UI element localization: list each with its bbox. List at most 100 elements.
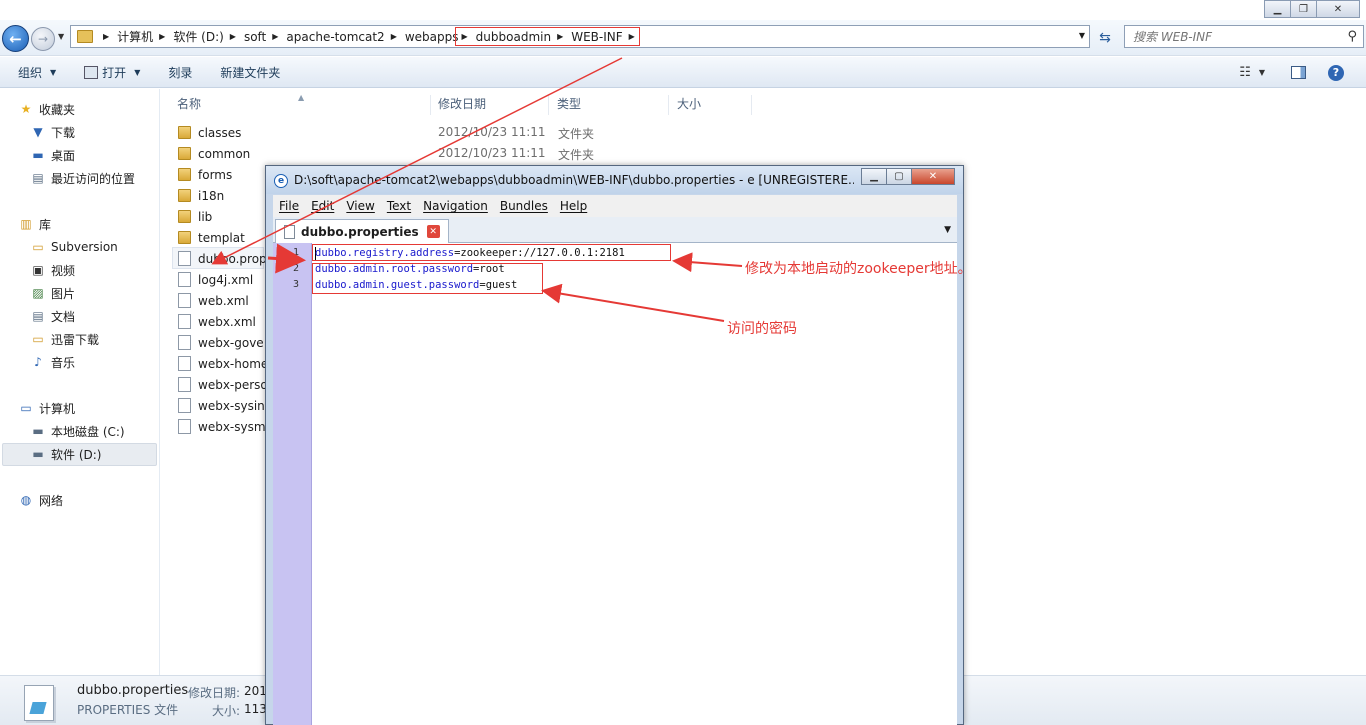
column-header-name[interactable]: 名称 ▲ [168, 93, 431, 115]
nav-label: 桌面 [51, 148, 76, 163]
search-input[interactable] [1133, 29, 1333, 44]
column-label: 类型 [557, 97, 582, 111]
nav-libraries[interactable]: ▥ 库 [18, 214, 51, 234]
folder-icon: ▭ [32, 240, 44, 254]
menu-view[interactable]: View [340, 199, 380, 213]
file-row[interactable]: common [178, 143, 250, 164]
editor-minimize-button[interactable]: ▁ [861, 168, 887, 185]
file-name: classes [198, 125, 242, 140]
new-folder-button[interactable]: 新建文件夹 [204, 57, 292, 87]
file-row[interactable]: classes [178, 122, 241, 143]
annotation-zookeeper-note: 修改为本地启动的zookeeper地址。 [745, 261, 972, 277]
nav-item-recent-places[interactable]: ▤ 最近访问的位置 [30, 168, 135, 188]
video-icon: ▣ [32, 263, 44, 277]
file-name: webx-sysm [198, 419, 266, 434]
nav-item-drive-c[interactable]: ▬ 本地磁盘 (C:) [30, 421, 124, 441]
burn-button[interactable]: 刻录 [152, 57, 204, 87]
address-dropdown[interactable]: ▼ [1079, 31, 1085, 40]
nav-favorites[interactable]: ★ 收藏夹 [18, 99, 75, 119]
details-file-name: dubbo.properties [77, 683, 189, 698]
chevron-down-icon[interactable]: ▼ [1259, 68, 1265, 77]
editor-close-button[interactable]: ✕ [911, 168, 955, 185]
address-bar[interactable]: ▶ 计算机 ▶ 软件 (D:) ▶ soft ▶ apache-tomcat2 ▶ we… [70, 25, 1090, 48]
star-icon: ★ [20, 102, 32, 116]
nav-computer[interactable]: ▭ 计算机 [18, 398, 75, 418]
breadcrumb-root-sep[interactable]: ▶ [97, 32, 117, 41]
nav-label: 网络 [39, 493, 64, 508]
breadcrumb-computer[interactable]: 计算机 ▶ [117, 28, 173, 45]
close-tab-icon[interactable]: ✕ [426, 225, 440, 238]
file-row[interactable]: dubbo.prop [178, 248, 267, 269]
column-header-date[interactable]: 修改日期 [429, 95, 549, 115]
editor-app-icon: e [274, 174, 288, 188]
nav-item-music[interactable]: ♪ 音乐 [30, 352, 75, 372]
breadcrumb-drive-d[interactable]: 软件 (D:) ▶ [173, 28, 244, 45]
breadcrumb-dubboadmin[interactable]: dubboadmin ▶ [476, 30, 572, 44]
forward-button[interactable]: → [31, 27, 55, 51]
file-row[interactable]: webx-gove [178, 332, 264, 353]
tab-dubbo-properties[interactable]: dubbo.properties ✕ [275, 219, 449, 243]
maximize-button[interactable]: ❐ [1290, 0, 1317, 18]
file-row[interactable]: forms [178, 164, 232, 185]
breadcrumb-webapps[interactable]: webapps [405, 30, 459, 44]
preview-pane-icon[interactable] [1291, 66, 1306, 79]
organize-button[interactable]: 组织 ▼ [0, 57, 68, 87]
document-icon [284, 224, 295, 239]
code-editor[interactable]: 1 2 3 dubbo.registry.address=zookeeper:/… [273, 243, 957, 725]
menu-help[interactable]: Help [554, 199, 593, 213]
nav-label: 库 [39, 217, 52, 232]
file-row[interactable]: i18n [178, 185, 224, 206]
line-number-gutter: 1 2 3 [273, 243, 312, 725]
minimize-button[interactable]: ▁ [1264, 0, 1291, 18]
library-icon: ▥ [20, 217, 32, 231]
recent-pages-dropdown[interactable]: ▼ [58, 32, 64, 41]
column-header-type[interactable]: 类型 [548, 95, 669, 115]
editor-title-bar[interactable]: e D:\soft\apache-tomcat2\webapps\dubboad… [266, 166, 963, 194]
picture-icon: ▨ [32, 286, 44, 300]
nav-item-pictures[interactable]: ▨ 图片 [30, 283, 75, 303]
breadcrumb-soft[interactable]: soft ▶ [244, 30, 286, 44]
nav-item-drive-d[interactable]: ▬ 软件 (D:) [30, 444, 101, 464]
file-row[interactable]: web.xml [178, 290, 249, 311]
menu-edit[interactable]: Edit [305, 199, 340, 213]
file-row[interactable]: webx.xml [178, 311, 256, 332]
file-row[interactable]: webx-sysin [178, 395, 265, 416]
file-name: log4j.xml [198, 272, 254, 287]
column-header-size[interactable]: 大小 [668, 95, 752, 115]
drive-icon: ▬ [32, 447, 44, 461]
menu-bundles[interactable]: Bundles [494, 199, 554, 213]
open-button[interactable]: 打开 ▼ [68, 57, 152, 87]
menu-navigation[interactable]: Navigation [417, 199, 494, 213]
nav-item-thunder-downloads[interactable]: ▭ 迅雷下载 [30, 329, 99, 349]
view-options-icon[interactable]: ☷ [1239, 65, 1251, 80]
drive-icon: ▬ [32, 424, 44, 438]
refresh-icon[interactable]: ⇆ [1094, 28, 1116, 48]
nav-label: 计算机 [39, 401, 76, 416]
close-button[interactable]: ✕ [1316, 0, 1360, 18]
search-box[interactable]: ⚲ [1124, 25, 1364, 48]
tab-list-dropdown[interactable]: ▼ [944, 225, 951, 235]
breadcrumb-apache-tomcat2[interactable]: apache-tomcat2 ▶ [286, 30, 404, 44]
file-row[interactable]: templat [178, 227, 245, 248]
nav-item-subversion[interactable]: ▭ Subversion [30, 237, 117, 257]
search-icon[interactable]: ⚲ [1347, 29, 1357, 44]
nav-item-videos[interactable]: ▣ 视频 [30, 260, 75, 280]
nav-item-documents[interactable]: ▤ 文档 [30, 306, 75, 326]
back-button[interactable]: ← [2, 25, 29, 52]
file-row[interactable]: webx-home [178, 353, 268, 374]
file-icon [178, 314, 191, 329]
nav-item-desktop[interactable]: ▬ 桌面 [30, 145, 75, 165]
file-name: i18n [198, 188, 225, 203]
nav-item-downloads[interactable]: ▼ 下载 [30, 122, 75, 142]
new-folder-label: 新建文件夹 [220, 65, 281, 80]
file-row[interactable]: log4j.xml [178, 269, 253, 290]
nav-network[interactable]: ◍ 网络 [18, 490, 63, 510]
editor-maximize-button[interactable]: ▢ [886, 168, 912, 185]
file-row[interactable]: webx-sysm [178, 416, 266, 437]
help-icon[interactable]: ? [1328, 64, 1344, 81]
menu-text[interactable]: Text [381, 199, 417, 213]
menu-file[interactable]: File [273, 199, 305, 213]
breadcrumb-web-inf[interactable]: WEB-INF ▶ [571, 30, 637, 44]
file-row[interactable]: lib [178, 206, 212, 227]
file-row[interactable]: webx-perso [178, 374, 268, 395]
